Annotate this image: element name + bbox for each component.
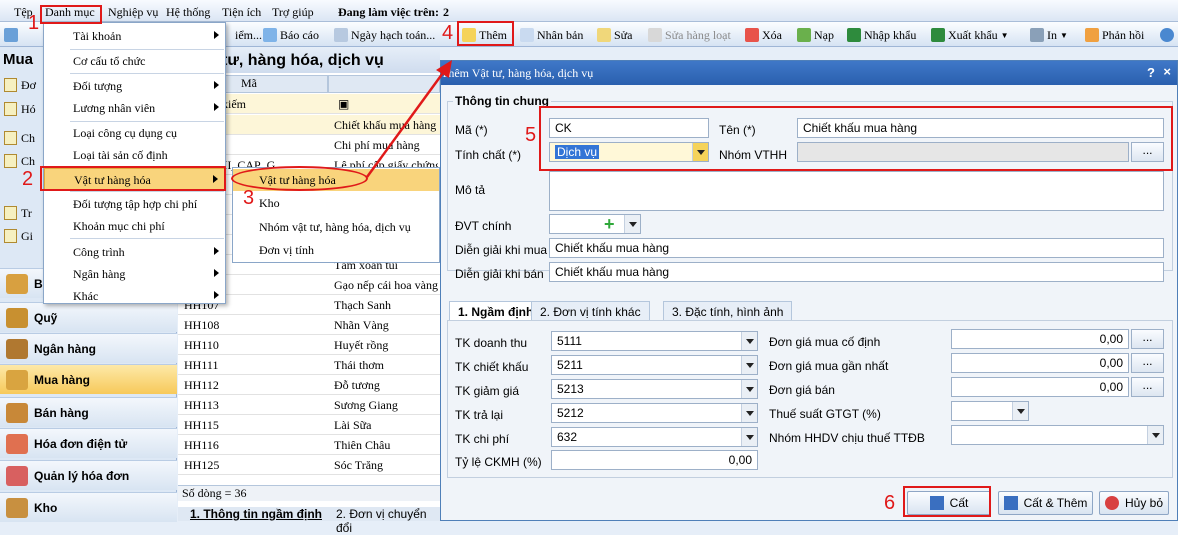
annotation-number-3: 3 (243, 187, 255, 209)
annotation-number-2: 2 (22, 168, 34, 190)
annotation-arrow (365, 60, 452, 178)
annotation-number-5: 5 (525, 124, 537, 146)
annotation-number-1: 1 (28, 12, 40, 34)
annotation-number-4: 4 (442, 22, 454, 44)
annotation-number-6: 6 (884, 492, 896, 514)
